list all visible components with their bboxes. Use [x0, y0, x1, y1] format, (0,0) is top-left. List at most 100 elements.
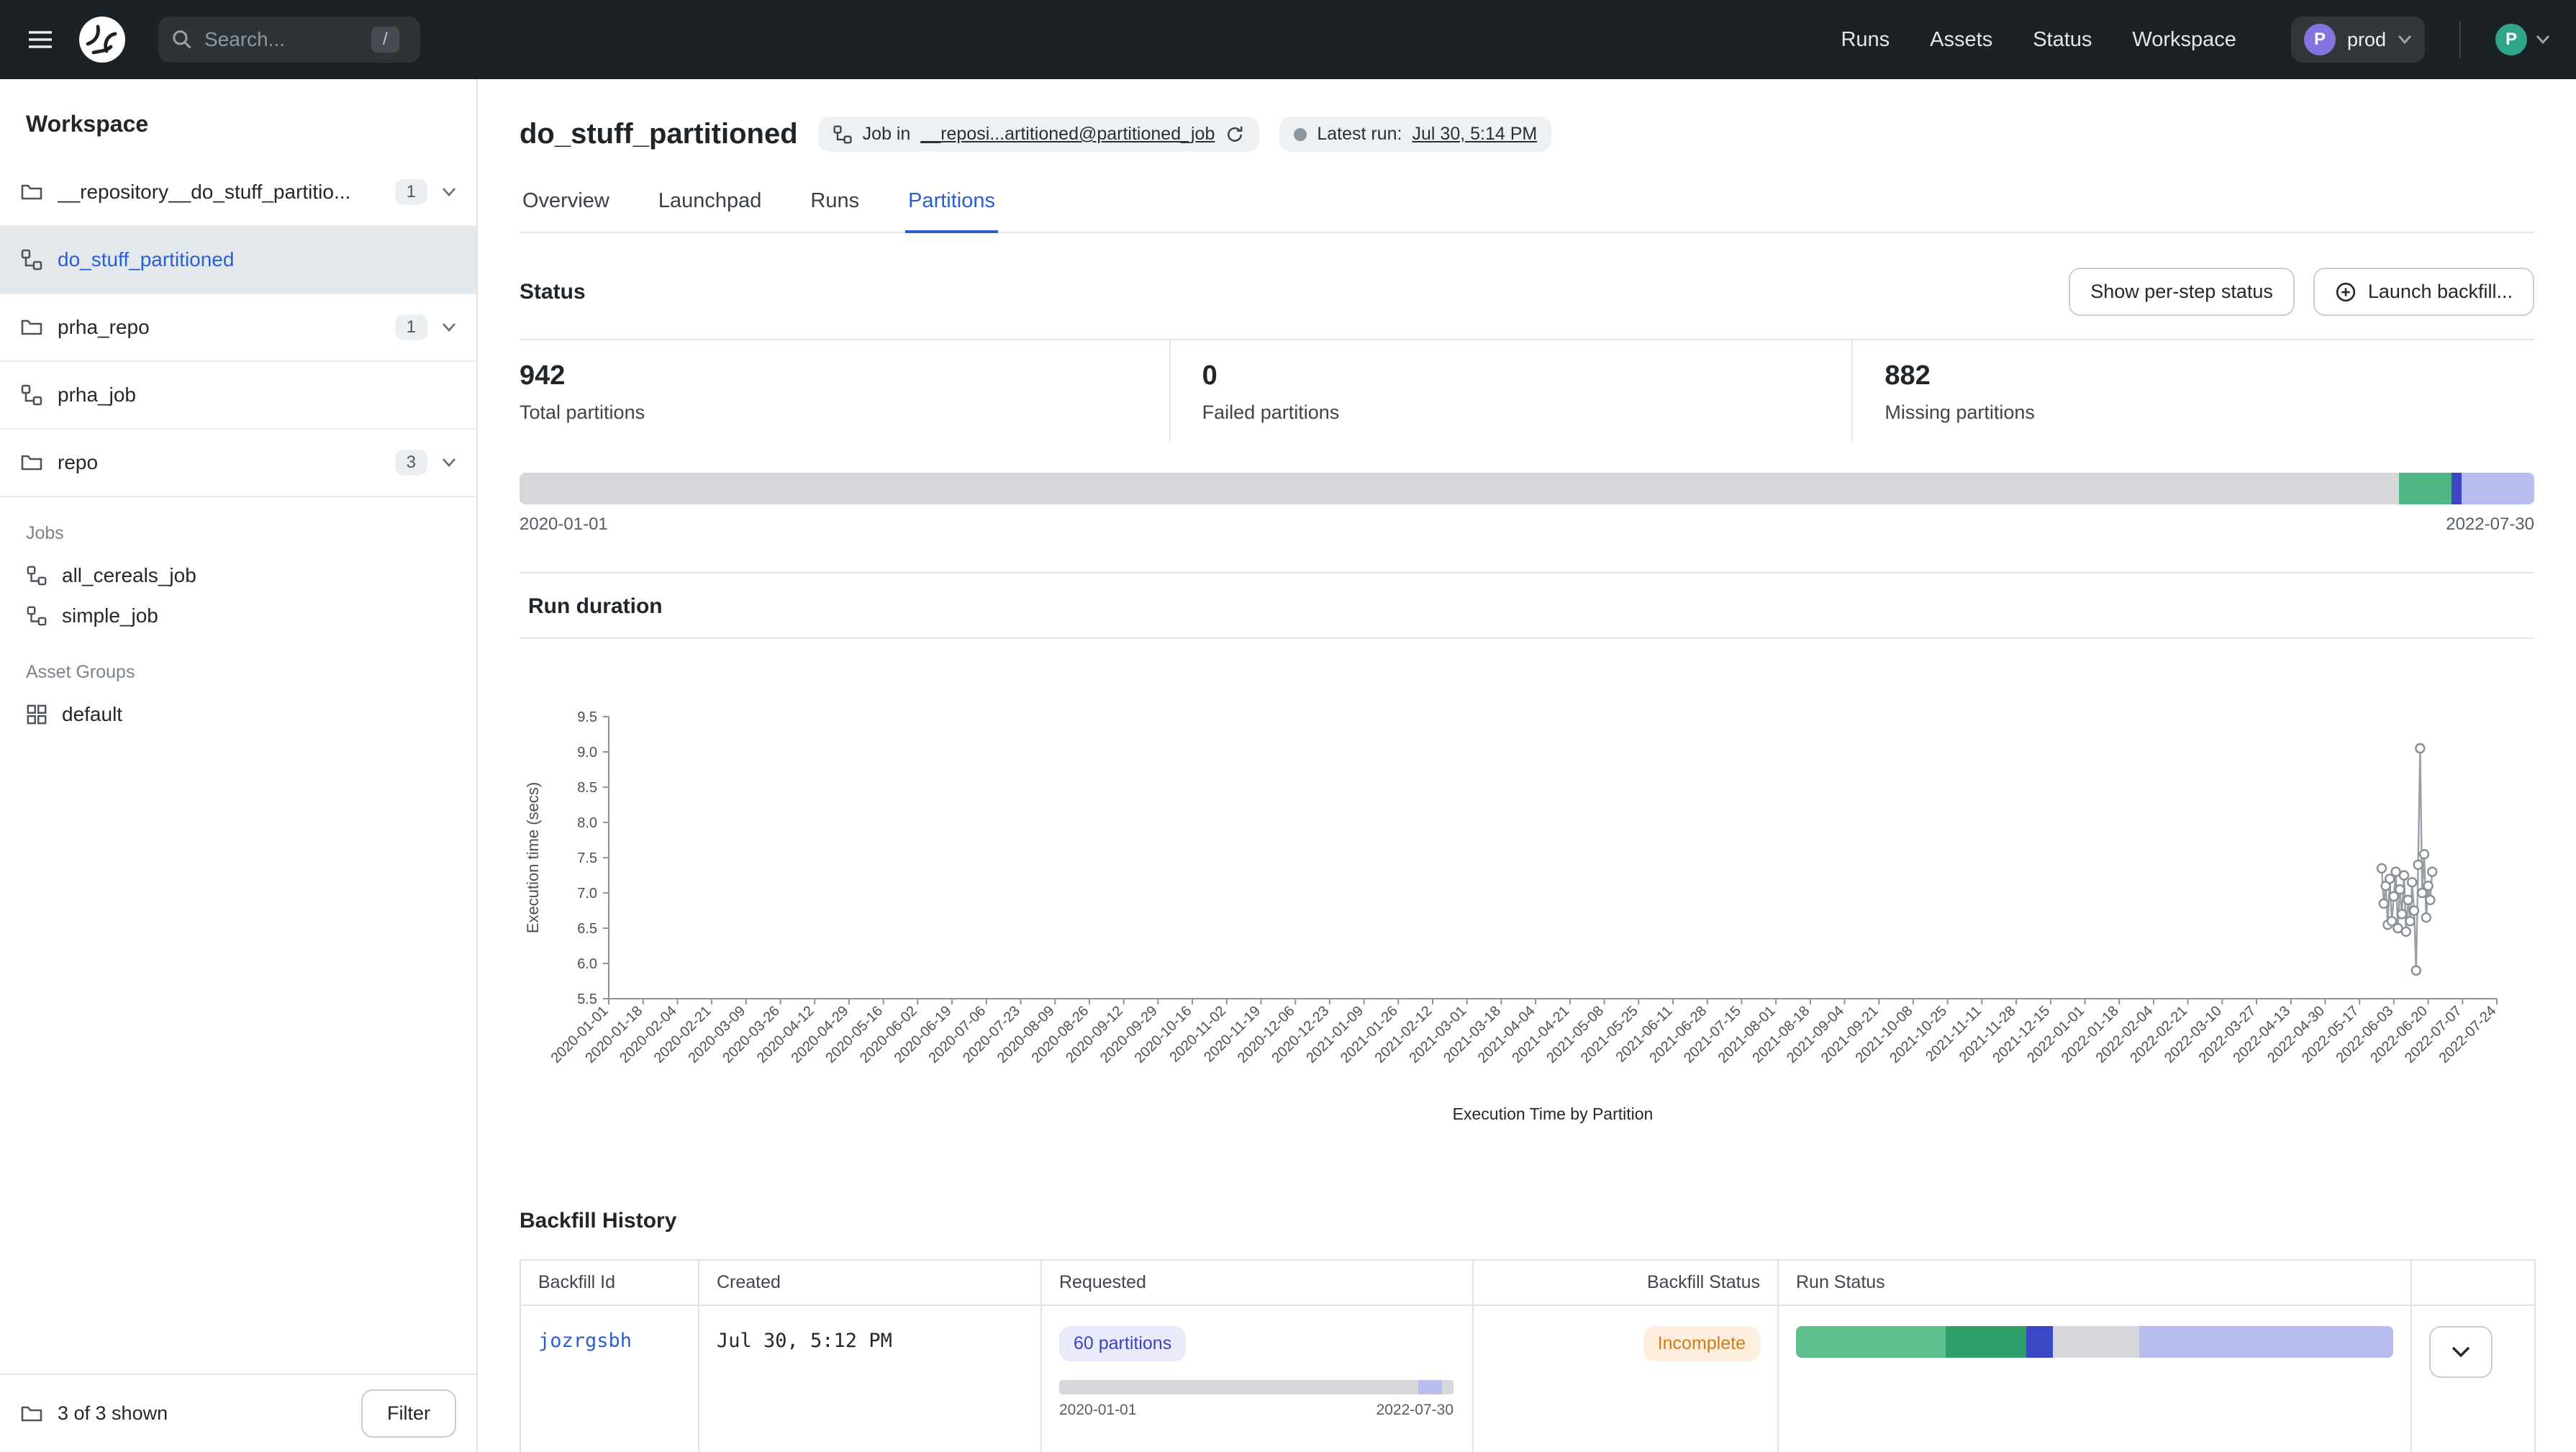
partition-status-bar[interactable]	[520, 473, 2534, 504]
chevron-down-icon	[2451, 1346, 2471, 1358]
requested-range-end: 2022-07-30	[1377, 1402, 1453, 1419]
stat-total-partitions: 942 Total partitions	[520, 340, 1171, 441]
sidebar-section-asset-groups: Asset Groups	[0, 636, 476, 694]
folder-icon	[20, 181, 43, 204]
requested-partitions-chip[interactable]: 60 partitions	[1059, 1326, 1186, 1361]
latest-run-label: Latest run:	[1317, 124, 1402, 145]
chevron-down-icon[interactable]	[442, 322, 456, 332]
job-origin-chip: Job in __reposi...artitioned@partitioned…	[818, 117, 1260, 152]
stat-value: 0	[1202, 360, 1852, 391]
job-icon	[26, 565, 47, 586]
job-icon	[26, 605, 47, 627]
nav-link-workspace[interactable]: Workspace	[2132, 28, 2236, 52]
sidebar-job-do-stuff-partitioned[interactable]: do_stuff_partitioned	[0, 227, 476, 294]
sidebar-repo-repo[interactable]: repo 3	[0, 430, 476, 497]
sidebar-item-all-cereals-job[interactable]: all_cereals_job	[0, 555, 476, 596]
table-header-row: Backfill Id Created Requested Backfill S…	[520, 1260, 2535, 1305]
job-icon	[833, 124, 853, 145]
tab-launchpad[interactable]: Launchpad	[656, 178, 765, 232]
folder-icon	[20, 451, 43, 474]
partition-range-start: 2020-01-01	[520, 514, 608, 535]
sidebar-item-simple-job[interactable]: simple_job	[0, 596, 476, 636]
shown-count-label: 3 of 3 shown	[58, 1402, 168, 1425]
nav-link-assets[interactable]: Assets	[1930, 28, 1992, 52]
job-origin-prefix: Job in	[863, 124, 911, 145]
tab-overview[interactable]: Overview	[520, 178, 612, 232]
sidebar-item-default-asset-group[interactable]: default	[0, 694, 476, 735]
sidebar-repo-prha-repo[interactable]: prha_repo 1	[0, 294, 476, 362]
stat-failed-partitions: 0 Failed partitions	[1171, 340, 1854, 441]
search-shortcut-key: /	[371, 27, 399, 53]
filter-button[interactable]: Filter	[361, 1389, 456, 1438]
partition-range: 2020-01-01 2022-07-30	[520, 514, 2534, 535]
stat-label: Missing partitions	[1885, 401, 2534, 424]
column-backfill-status: Backfill Status	[1473, 1260, 1778, 1305]
job-label: do_stuff_partitioned	[58, 248, 234, 271]
folder-icon	[20, 316, 43, 339]
sidebar-title: Workspace	[0, 79, 476, 159]
deployment-switcher[interactable]: P prod	[2291, 17, 2425, 63]
sidebar-section-jobs: Jobs	[0, 497, 476, 555]
backfill-history-table: Backfill Id Created Requested Backfill S…	[520, 1259, 2536, 1452]
chevron-down-icon[interactable]	[442, 187, 456, 197]
repo-label: __repository__do_stuff_partitio...	[58, 181, 350, 204]
job-label: all_cereals_job	[62, 564, 196, 587]
page-header: do_stuff_partitioned Job in __reposi...a…	[520, 117, 2534, 152]
launch-backfill-label: Launch backfill...	[2368, 281, 2513, 303]
run-duration-chart: 5.56.06.57.07.58.08.59.09.52020-01-01202…	[520, 696, 2534, 1128]
search-input[interactable]	[204, 28, 360, 51]
stat-missing-partitions: 882 Missing partitions	[1853, 340, 2534, 441]
column-backfill-id: Backfill Id	[520, 1260, 699, 1305]
user-menu[interactable]: P	[2495, 24, 2550, 55]
job-origin-link[interactable]: __reposi...artitioned@partitioned_job	[920, 124, 1215, 145]
status-heading: Status	[520, 280, 586, 304]
sidebar-repo-repository-do-stuff[interactable]: __repository__do_stuff_partitio... 1	[0, 159, 476, 227]
sidebar-job-prha-job[interactable]: prha_job	[0, 362, 476, 430]
svg-text:9.5: 9.5	[577, 709, 597, 725]
asset-group-label: default	[62, 703, 122, 726]
partition-range-end: 2022-07-30	[2446, 514, 2534, 535]
requested-range-start: 2020-01-01	[1059, 1402, 1136, 1419]
user-avatar: P	[2495, 24, 2527, 55]
svg-text:7.0: 7.0	[577, 886, 597, 902]
column-actions	[2411, 1260, 2535, 1305]
hamburger-menu-button[interactable]	[26, 25, 55, 54]
top-nav-links: Runs Assets Status Workspace	[1841, 28, 2236, 52]
latest-run-time-link[interactable]: Jul 30, 5:14 PM	[1412, 124, 1538, 145]
svg-text:5.5: 5.5	[577, 992, 597, 1007]
run-status-bar[interactable]	[1796, 1326, 2393, 1358]
stat-label: Failed partitions	[1202, 401, 1852, 424]
search-icon	[171, 29, 193, 50]
partition-stats: 942 Total partitions 0 Failed partitions…	[520, 339, 2534, 441]
workspace-sidebar: Workspace __repository__do_stuff_partiti…	[0, 79, 478, 1452]
job-icon	[20, 248, 43, 271]
nav-link-runs[interactable]: Runs	[1841, 28, 1890, 52]
launch-backfill-button[interactable]: Launch backfill...	[2313, 268, 2534, 316]
global-search[interactable]: /	[158, 17, 420, 63]
latest-run-chip: Latest run: Jul 30, 5:14 PM	[1279, 117, 1551, 152]
dagster-logo[interactable]	[75, 12, 130, 67]
job-icon	[20, 384, 43, 407]
job-label: simple_job	[62, 604, 158, 627]
chevron-down-icon	[2398, 35, 2412, 45]
expand-row-button[interactable]	[2429, 1326, 2493, 1378]
deployment-avatar: P	[2304, 24, 2336, 55]
tab-runs[interactable]: Runs	[807, 178, 862, 232]
repo-count-badge: 1	[395, 314, 427, 340]
show-per-step-status-button[interactable]: Show per-step status	[2069, 268, 2295, 316]
nav-link-status[interactable]: Status	[2033, 28, 2092, 52]
reload-icon[interactable]	[1225, 124, 1245, 145]
chevron-down-icon	[2536, 35, 2550, 45]
tab-partitions[interactable]: Partitions	[905, 178, 998, 233]
svg-text:Execution time (secs): Execution time (secs)	[524, 782, 542, 933]
nav-divider	[2459, 21, 2461, 58]
svg-text:8.5: 8.5	[577, 780, 597, 796]
repo-label: prha_repo	[58, 316, 150, 339]
backfill-id-link[interactable]: jozrgsbh	[538, 1330, 632, 1352]
repo-count-badge: 3	[395, 450, 427, 476]
execution-time-chart[interactable]: 5.56.06.57.07.58.08.59.09.52020-01-01202…	[520, 696, 2534, 1128]
column-requested: Requested	[1041, 1260, 1473, 1305]
run-duration-section-header[interactable]: Run duration	[520, 572, 2534, 639]
requested-partitions-range: 2020-01-01 2022-07-30	[1059, 1402, 1453, 1419]
chevron-down-icon[interactable]	[442, 458, 456, 468]
